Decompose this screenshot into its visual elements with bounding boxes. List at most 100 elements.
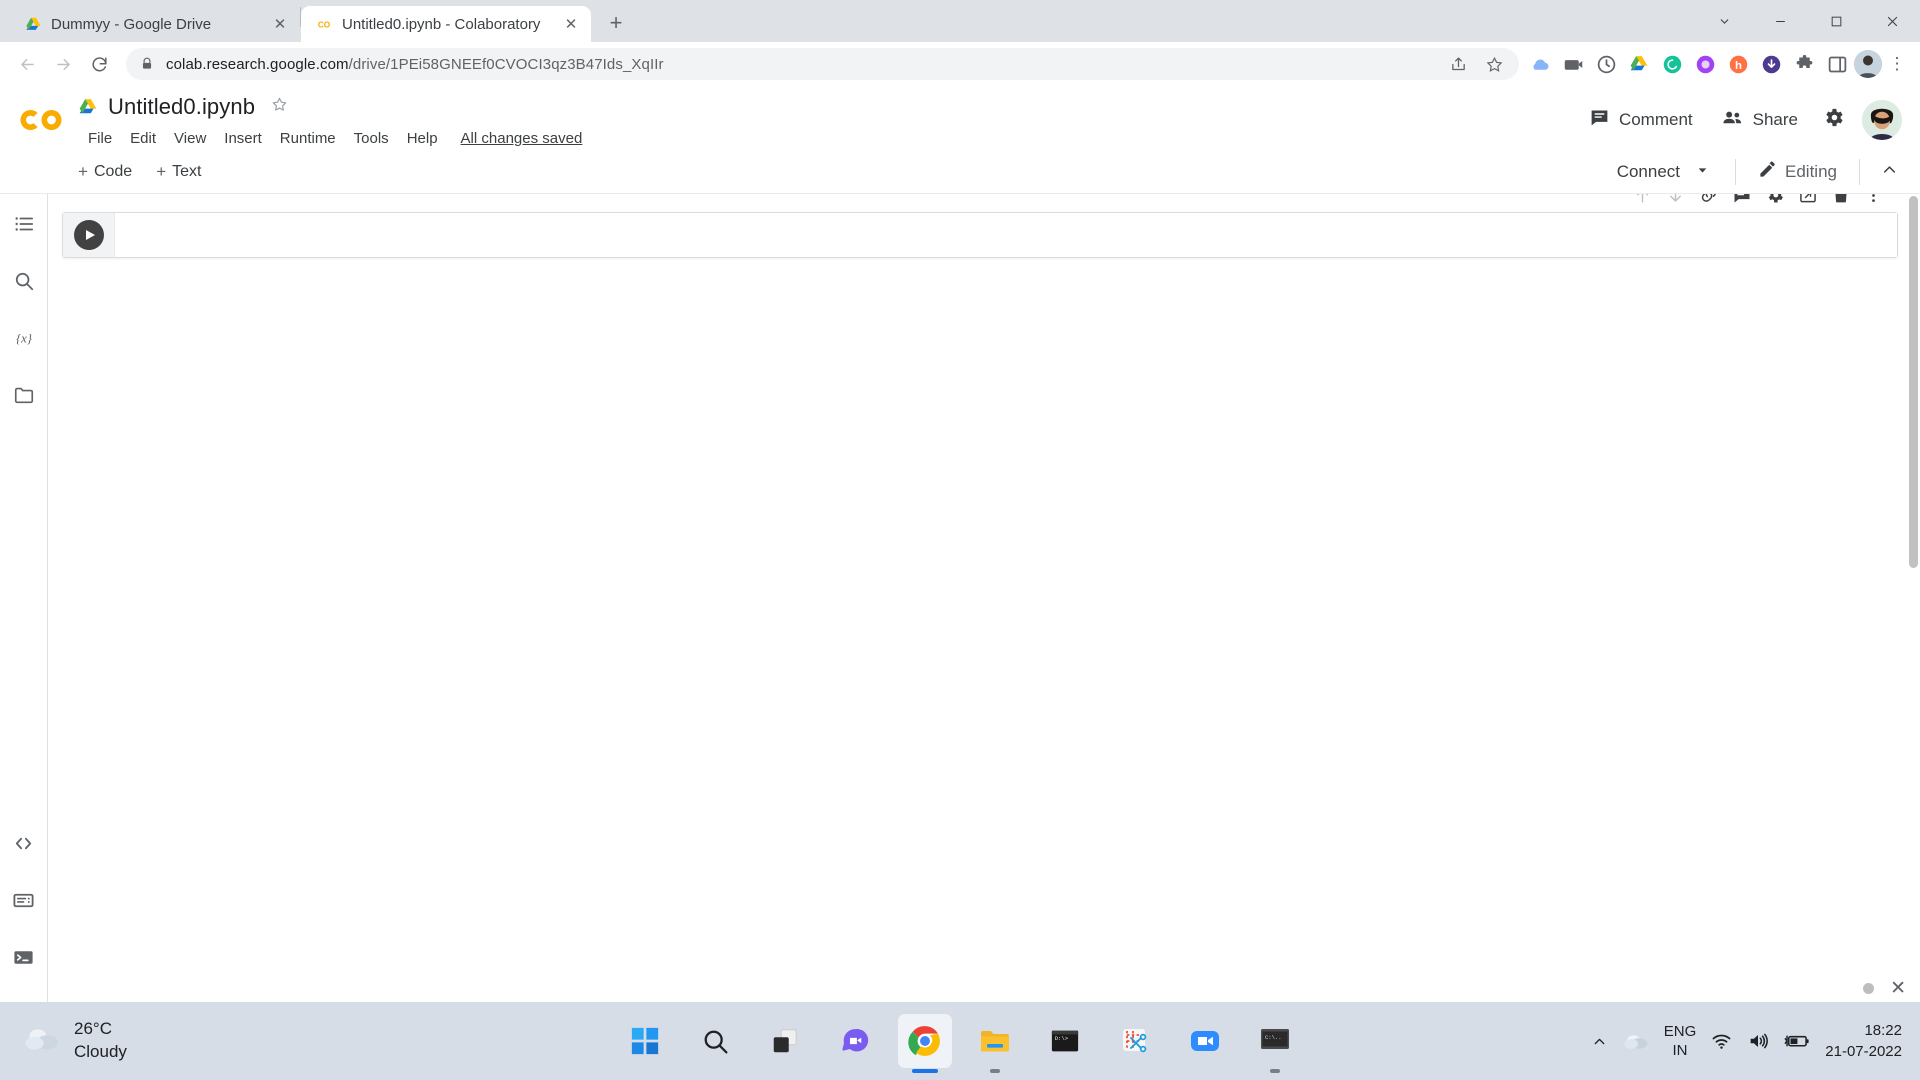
share-icon[interactable] bbox=[1447, 53, 1469, 75]
svg-text:{x}: {x} bbox=[16, 332, 33, 346]
taskbar-item-terminal[interactable]: D:\> bbox=[1038, 1014, 1092, 1068]
sidebar-item-code-snippets[interactable] bbox=[2, 821, 46, 865]
url-host: colab.research.google.com bbox=[166, 55, 349, 73]
new-tab-button[interactable]: + bbox=[599, 6, 633, 40]
weather-widget[interactable]: 26°C Cloudy bbox=[0, 1018, 230, 1064]
volume-icon[interactable] bbox=[1747, 1030, 1769, 1052]
close-icon[interactable]: ✕ bbox=[561, 14, 581, 34]
grammarly-icon[interactable] bbox=[1661, 53, 1683, 75]
browser-toolbar: colab.research.google.com/drive/1PEi58GN… bbox=[0, 42, 1920, 86]
sidebar-item-terminal[interactable] bbox=[2, 935, 46, 979]
browser-profile-avatar[interactable] bbox=[1854, 50, 1882, 78]
connect-button[interactable]: Connect bbox=[1603, 155, 1723, 189]
mirror-cell-in-tab-button[interactable] bbox=[1791, 194, 1824, 210]
address-bar[interactable]: colab.research.google.com/drive/1PEi58GN… bbox=[126, 48, 1519, 80]
camera-icon[interactable] bbox=[1562, 53, 1584, 75]
honey-icon[interactable]: h bbox=[1727, 53, 1749, 75]
more-cell-actions-button[interactable] bbox=[1857, 194, 1890, 210]
chevron-down-icon bbox=[1696, 162, 1709, 182]
close-icon[interactable]: ✕ bbox=[270, 14, 290, 34]
taskbar-item-task-view[interactable] bbox=[758, 1014, 812, 1068]
taskbar-item-zoom[interactable] bbox=[1178, 1014, 1232, 1068]
tray-cloud-icon[interactable] bbox=[1623, 1031, 1649, 1051]
collapse-header-button[interactable] bbox=[1872, 155, 1906, 189]
delete-cell-button[interactable] bbox=[1824, 194, 1857, 210]
link-to-cell-button[interactable] bbox=[1692, 194, 1725, 210]
browser-menu-button[interactable]: ⋮ bbox=[1884, 54, 1910, 74]
star-outline-icon[interactable] bbox=[270, 95, 289, 120]
omnibox-actions bbox=[1447, 53, 1505, 75]
menu-item-edit[interactable]: Edit bbox=[121, 127, 165, 150]
notebook-scrollbar[interactable] bbox=[1907, 194, 1920, 1002]
page-title[interactable]: Untitled0.ipynb bbox=[108, 94, 255, 120]
lock-icon bbox=[140, 57, 154, 71]
reload-button[interactable] bbox=[82, 47, 116, 81]
sidebar-item-find-and-replace[interactable] bbox=[2, 259, 46, 303]
extension-icons: h bbox=[1529, 53, 1852, 75]
sidebar-item-table-of-contents[interactable] bbox=[2, 202, 46, 246]
menu-item-help[interactable]: Help bbox=[398, 127, 447, 150]
scrollbar-thumb[interactable] bbox=[1909, 196, 1918, 568]
comment-button[interactable]: Comment bbox=[1575, 99, 1707, 141]
clock-icon[interactable] bbox=[1595, 53, 1617, 75]
sidepanel-icon[interactable] bbox=[1826, 53, 1848, 75]
taskbar-item-snipping-tool[interactable] bbox=[1108, 1014, 1162, 1068]
code-cell[interactable] bbox=[62, 212, 1898, 258]
taskbar-item-start[interactable] bbox=[618, 1014, 672, 1068]
back-button[interactable] bbox=[10, 47, 44, 81]
taskbar-item-file-explorer[interactable] bbox=[968, 1014, 1022, 1073]
colab-logo[interactable] bbox=[14, 92, 70, 148]
forward-button[interactable] bbox=[46, 47, 80, 81]
run-cell-button[interactable] bbox=[73, 220, 104, 250]
puzzle-icon[interactable] bbox=[1793, 53, 1815, 75]
purple-circle-icon[interactable] bbox=[1694, 53, 1716, 75]
menu-item-tools[interactable]: Tools bbox=[345, 127, 398, 150]
move-cell-down-button[interactable] bbox=[1659, 194, 1692, 210]
menu-item-file[interactable]: File bbox=[79, 127, 121, 150]
tray-language-indicator[interactable]: ENG IN bbox=[1664, 1022, 1697, 1061]
tray-overflow-chevron-up-icon[interactable] bbox=[1591, 1033, 1608, 1050]
minimize-button[interactable] bbox=[1752, 0, 1808, 42]
cell-settings-button[interactable] bbox=[1758, 194, 1791, 210]
taskbar-clock[interactable]: 18:22 21-07-2022 bbox=[1825, 1020, 1906, 1062]
taskbar-item-chat[interactable] bbox=[828, 1014, 882, 1068]
sidebar-item-files[interactable] bbox=[2, 373, 46, 417]
menu-item-runtime[interactable]: Runtime bbox=[271, 127, 345, 150]
menu-item-insert[interactable]: Insert bbox=[215, 127, 271, 150]
cloud-icon[interactable] bbox=[1529, 53, 1551, 75]
weather-condition: Cloudy bbox=[74, 1042, 127, 1061]
add-text-cell-button[interactable]: + Text bbox=[144, 156, 213, 188]
battery-charging-icon[interactable] bbox=[1784, 1031, 1810, 1051]
avatar[interactable] bbox=[1862, 100, 1902, 140]
close-window-button[interactable] bbox=[1864, 0, 1920, 42]
download-icon[interactable] bbox=[1760, 53, 1782, 75]
maximize-button[interactable] bbox=[1808, 0, 1864, 42]
browser-tab-colab[interactable]: CO Untitled0.ipynb - Colaboratory ✕ bbox=[301, 6, 591, 42]
editing-mode-button[interactable]: Editing bbox=[1748, 153, 1847, 191]
language-line-1: ENG bbox=[1663, 1022, 1697, 1040]
menu-item-view[interactable]: View bbox=[165, 127, 215, 150]
bookmark-star-icon[interactable] bbox=[1483, 53, 1505, 75]
close-status-button[interactable]: ✕ bbox=[1890, 977, 1906, 1000]
settings-button[interactable] bbox=[1812, 99, 1854, 141]
add-comment-button[interactable] bbox=[1725, 194, 1758, 210]
wifi-icon[interactable] bbox=[1711, 1031, 1732, 1052]
move-cell-up-button[interactable] bbox=[1626, 194, 1659, 210]
code-editor[interactable] bbox=[115, 213, 1897, 257]
taskbar-item-google-chrome[interactable] bbox=[898, 1014, 952, 1073]
taskbar-item-command-prompt[interactable]: C:\.. bbox=[1248, 1014, 1302, 1073]
sidebar-item-variables[interactable]: {x} bbox=[2, 316, 46, 360]
save-status-text[interactable]: All changes saved bbox=[461, 130, 583, 147]
sidebar-item-command-palette[interactable] bbox=[2, 878, 46, 922]
add-code-cell-button[interactable]: + Code bbox=[66, 156, 144, 188]
taskbar-item-search[interactable] bbox=[688, 1014, 742, 1068]
cloud-icon bbox=[22, 1024, 62, 1059]
browser-tab-drive[interactable]: Dummyy - Google Drive ✕ bbox=[10, 6, 300, 42]
browser-tab-title: Dummyy - Google Drive bbox=[51, 15, 212, 33]
share-button[interactable]: Share bbox=[1707, 98, 1812, 142]
chevron-down-icon[interactable] bbox=[1696, 0, 1752, 42]
drive-icon[interactable] bbox=[1628, 53, 1650, 75]
clock-date: 21-07-2022 bbox=[1825, 1043, 1902, 1060]
run-cell-gutter[interactable] bbox=[63, 213, 115, 257]
connect-label: Connect bbox=[1616, 162, 1681, 181]
